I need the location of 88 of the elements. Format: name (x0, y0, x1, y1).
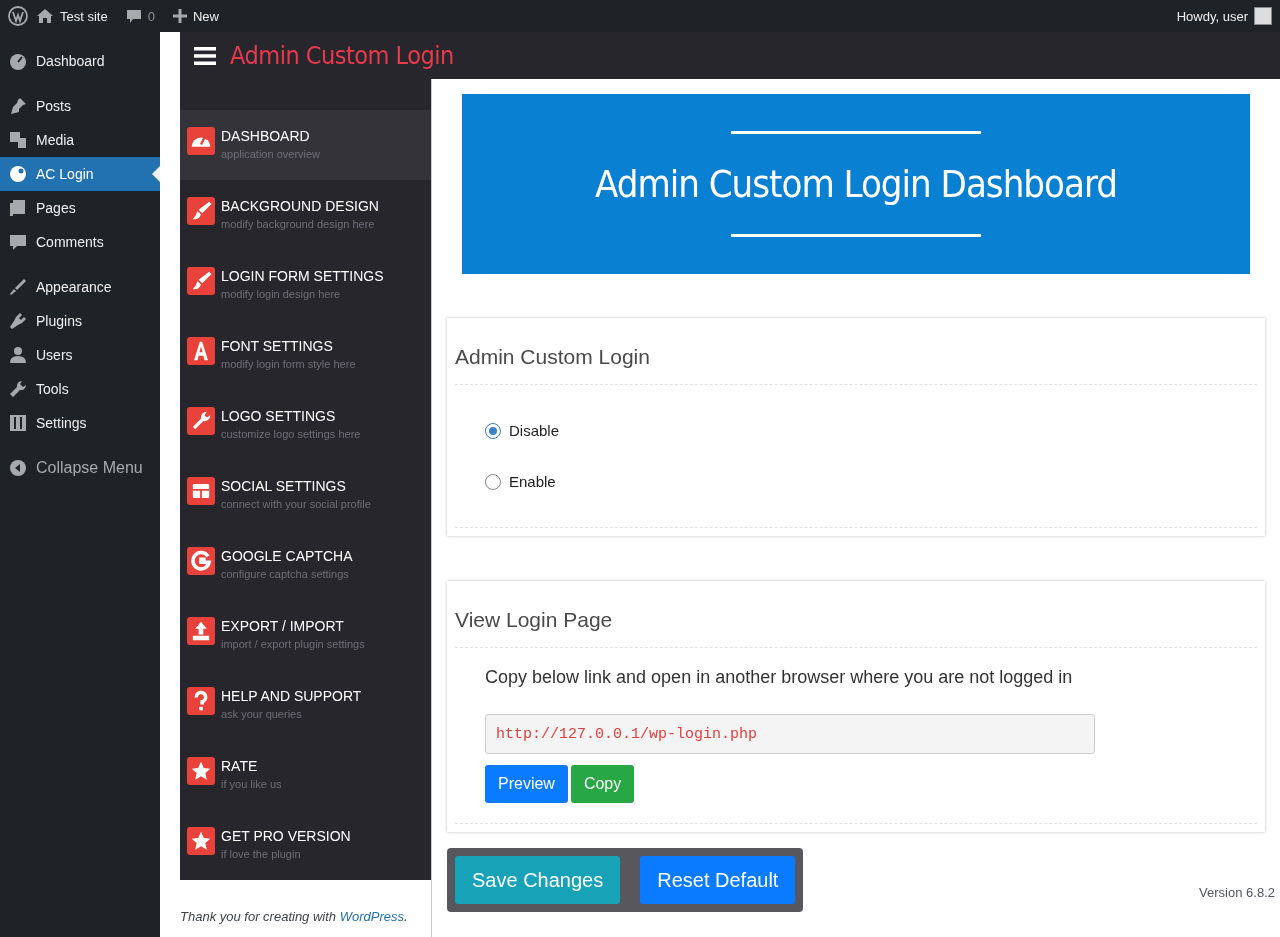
card-title: Admin Custom Login (455, 318, 1257, 385)
brush-icon (187, 197, 215, 225)
instruction-text: Copy below link and open in another browser where you are not logged in (485, 667, 1074, 688)
nav-item-subtitle: import / export plugin settings (221, 638, 365, 650)
media-icon (8, 130, 28, 150)
home-icon[interactable] (36, 8, 54, 24)
comment-count: 0 (147, 8, 155, 24)
greeting-link[interactable]: Howdy, user (1176, 8, 1248, 24)
nav-item-subtitle: ask your queries (221, 708, 303, 720)
wordpress-logo-icon[interactable] (8, 6, 28, 26)
nav-item-title: SOCIAL SETTINGS (221, 477, 347, 495)
nav-item[interactable]: RATE if you like us (180, 740, 431, 810)
dashboard-icon (8, 51, 28, 71)
gauge-icon (187, 127, 215, 155)
comment-icon[interactable] (125, 8, 142, 24)
brush-icon (187, 267, 215, 295)
nav-item-subtitle: modify login form style here (221, 358, 356, 370)
nav-item-title: DASHBOARD (221, 127, 311, 145)
question-icon (187, 687, 215, 715)
url-field[interactable]: http://127.0.0.1/wp-login.php (485, 714, 1095, 754)
nav-item-title: LOGO SETTINGS (221, 407, 337, 425)
wordpress-link[interactable]: WordPress (339, 909, 404, 924)
preview-button[interactable]: Preview (485, 765, 568, 803)
comment-icon (8, 232, 28, 252)
avatar-icon[interactable] (1254, 7, 1272, 25)
nav-item-subtitle: application overview (221, 148, 321, 160)
nav-item-subtitle: if you like us (221, 778, 282, 790)
radio-button[interactable] (485, 473, 501, 490)
nav-item[interactable]: BACKGROUND DESIGN modify background design here (180, 180, 431, 250)
nav-item-title: RATE (221, 757, 259, 775)
nav-item-subtitle: modify login design here (221, 288, 342, 300)
reset-button[interactable]: Reset Default (640, 856, 796, 904)
site-name-link[interactable]: Test site (60, 8, 108, 24)
nav-item-title: LOGIN FORM SETTINGS (221, 267, 384, 285)
nav-item[interactable]: GET PRO VERSION if love the plugin (180, 810, 431, 880)
nav-item-title: FONT SETTINGS (221, 337, 334, 355)
menu-item[interactable]: Appearance (0, 270, 160, 304)
nav-item[interactable]: GOOGLE CAPTCHA configure captcha settings (180, 530, 431, 600)
nav-item-title: GOOGLE CAPTCHA (221, 547, 353, 565)
nav-item-subtitle: connect with your social profile (221, 498, 371, 510)
nav-item-title: HELP AND SUPPORT (221, 687, 362, 705)
nav-item[interactable]: LOGO SETTINGS customize logo settings here (180, 390, 431, 460)
plugin-logo-icon (8, 164, 28, 184)
menu-item[interactable]: Media (0, 123, 160, 157)
nav-item[interactable]: LOGIN FORM SETTINGS modify login design here (180, 250, 431, 320)
menu-item[interactable]: AC Login (0, 157, 160, 191)
pages-icon (8, 198, 28, 218)
menu-item[interactable]: Settings (0, 406, 160, 440)
menu-icon[interactable] (194, 45, 216, 66)
user-icon (8, 345, 28, 365)
nav-item[interactable]: FONT SETTINGS modify login form style here (180, 320, 431, 390)
nav-item-subtitle: customize logo settings here (221, 428, 361, 440)
nav-item[interactable]: DASHBOARD application overview (180, 110, 431, 180)
letter-g-icon (187, 547, 215, 575)
plus-icon[interactable] (172, 9, 187, 23)
radio-label: Disable (509, 422, 560, 439)
version-text: Version 6.8.2 (1199, 885, 1275, 900)
nav-item[interactable]: HELP AND SUPPORT ask your queries (180, 670, 431, 740)
menu-item[interactable]: Users (0, 338, 160, 372)
footer-text: Thank you for creating with WordPress. (180, 909, 409, 924)
plugin-title: Admin Custom Login (230, 41, 454, 70)
brush-icon (8, 277, 28, 297)
upload-icon (187, 617, 215, 645)
menu-item[interactable]: Posts (0, 89, 160, 123)
menu-item[interactable]: Dashboard (0, 44, 160, 78)
menu-item[interactable]: Plugins (0, 304, 160, 338)
menu-item[interactable]: Comments (0, 225, 160, 259)
table-icon (187, 477, 215, 505)
letter-a-icon (187, 337, 215, 365)
menu-item[interactable]: Pages (0, 191, 160, 225)
nav-item[interactable]: EXPORT / IMPORT import / export plugin settings (180, 600, 431, 670)
radio-button[interactable] (485, 422, 501, 439)
collapse-menu-button[interactable]: Collapse Menu (0, 451, 160, 485)
nav-item[interactable]: SOCIAL SETTINGS connect with your social profile (180, 460, 431, 530)
collapse-icon (8, 458, 28, 478)
radio-label: Enable (509, 473, 556, 490)
wrench-icon (187, 407, 215, 435)
nav-item-title: BACKGROUND DESIGN (221, 197, 379, 215)
nav-item-title: EXPORT / IMPORT (221, 617, 345, 635)
nav-item-subtitle: configure captcha settings (221, 568, 350, 580)
banner-title: Admin Custom Login Dashboard (595, 162, 1117, 206)
nav-item-title: GET PRO VERSION (221, 827, 351, 845)
menu-item[interactable]: Tools (0, 372, 160, 406)
card-title: View Login Page (455, 581, 1257, 648)
new-link[interactable]: New (192, 8, 219, 24)
wrench-icon (8, 379, 28, 399)
nav-item-subtitle: modify background design here (221, 218, 376, 230)
nav-item-subtitle: if love the plugin (221, 848, 302, 860)
